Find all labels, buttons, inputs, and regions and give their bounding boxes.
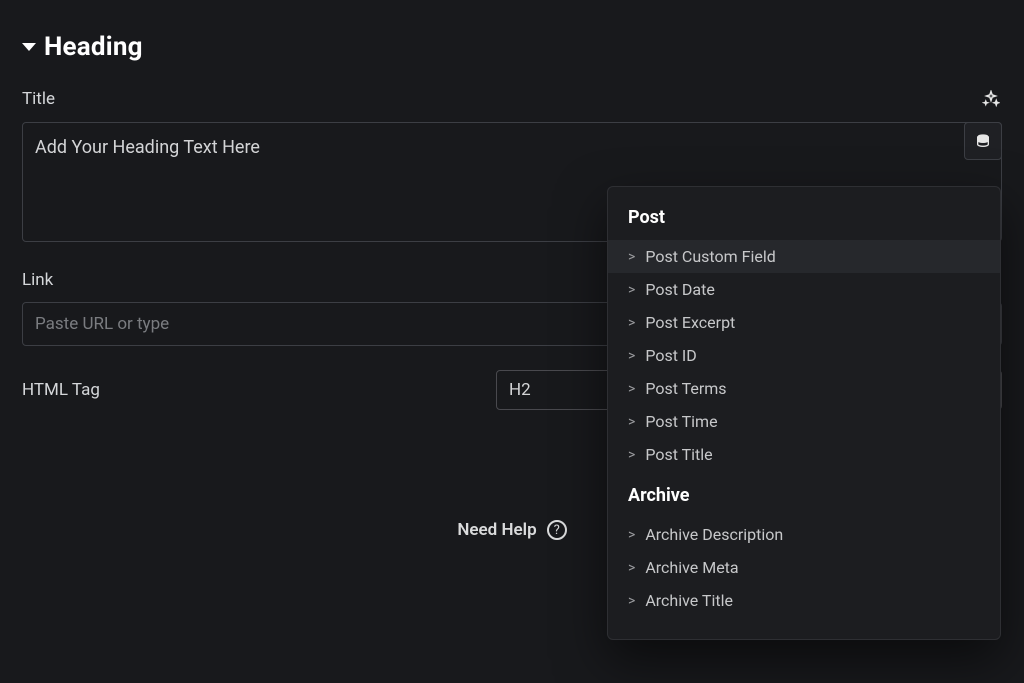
dropdown-item-label: Archive Title <box>645 591 733 610</box>
dropdown-item-label: Archive Description <box>645 525 783 544</box>
caret-down-icon <box>22 43 36 51</box>
htmltag-selected-value: H2 <box>509 380 531 400</box>
dropdown-item-label: Archive Meta <box>645 558 738 577</box>
dropdown-item-label: Post Custom Field <box>645 247 775 266</box>
dropdown-item-label: Post Date <box>645 280 715 299</box>
chevron-right-icon: > <box>628 447 635 463</box>
dropdown-item-label: Post Excerpt <box>645 313 735 332</box>
chevron-right-icon: > <box>628 381 635 397</box>
title-field-header: Title <box>22 88 1002 110</box>
sparkles-icon <box>982 90 1000 108</box>
chevron-right-icon: > <box>628 249 635 265</box>
dropdown-item-archive-meta[interactable]: > Archive Meta <box>608 551 1000 584</box>
chevron-right-icon: > <box>628 414 635 430</box>
dropdown-item-post-custom-field[interactable]: > Post Custom Field <box>608 240 1000 273</box>
dropdown-item-post-excerpt[interactable]: > Post Excerpt <box>608 306 1000 339</box>
dropdown-item-post-terms[interactable]: > Post Terms <box>608 372 1000 405</box>
dropdown-item-label: Post ID <box>645 346 696 365</box>
dropdown-item-post-time[interactable]: > Post Time <box>608 405 1000 438</box>
chevron-right-icon: > <box>628 560 635 576</box>
dropdown-group-site: Site <box>608 631 1000 640</box>
section-header[interactable]: Heading <box>22 32 1002 62</box>
dynamic-tags-button[interactable] <box>964 122 1002 160</box>
database-icon <box>975 133 991 149</box>
section-title: Heading <box>44 32 143 62</box>
dropdown-item-archive-title[interactable]: > Archive Title <box>608 584 1000 617</box>
chevron-right-icon: > <box>628 527 635 543</box>
chevron-right-icon: > <box>628 348 635 364</box>
question-circle-icon: ? <box>547 520 567 540</box>
chevron-right-icon: > <box>628 593 635 609</box>
chevron-right-icon: > <box>628 282 635 298</box>
dropdown-item-archive-description[interactable]: > Archive Description <box>608 518 1000 551</box>
need-help-text: Need Help <box>457 520 536 540</box>
dropdown-item-label: Post Title <box>645 445 712 464</box>
dropdown-item-label: Post Terms <box>645 379 726 398</box>
chevron-right-icon: > <box>628 315 635 331</box>
dropdown-group-archive: Archive <box>608 485 1000 518</box>
ai-sparkle-button[interactable] <box>980 88 1002 110</box>
dropdown-item-label: Post Time <box>645 412 717 431</box>
title-label: Title <box>22 89 55 109</box>
dynamic-tags-panel: Post > Post Custom Field > Post Date > Post… <box>607 186 1001 640</box>
dropdown-group-post: Post <box>608 207 1000 240</box>
link-label: Link <box>22 270 53 290</box>
dropdown-item-post-title[interactable]: > Post Title <box>608 438 1000 471</box>
dropdown-item-post-date[interactable]: > Post Date <box>608 273 1000 306</box>
dropdown-item-post-id[interactable]: > Post ID <box>608 339 1000 372</box>
htmltag-label: HTML Tag <box>22 380 100 400</box>
